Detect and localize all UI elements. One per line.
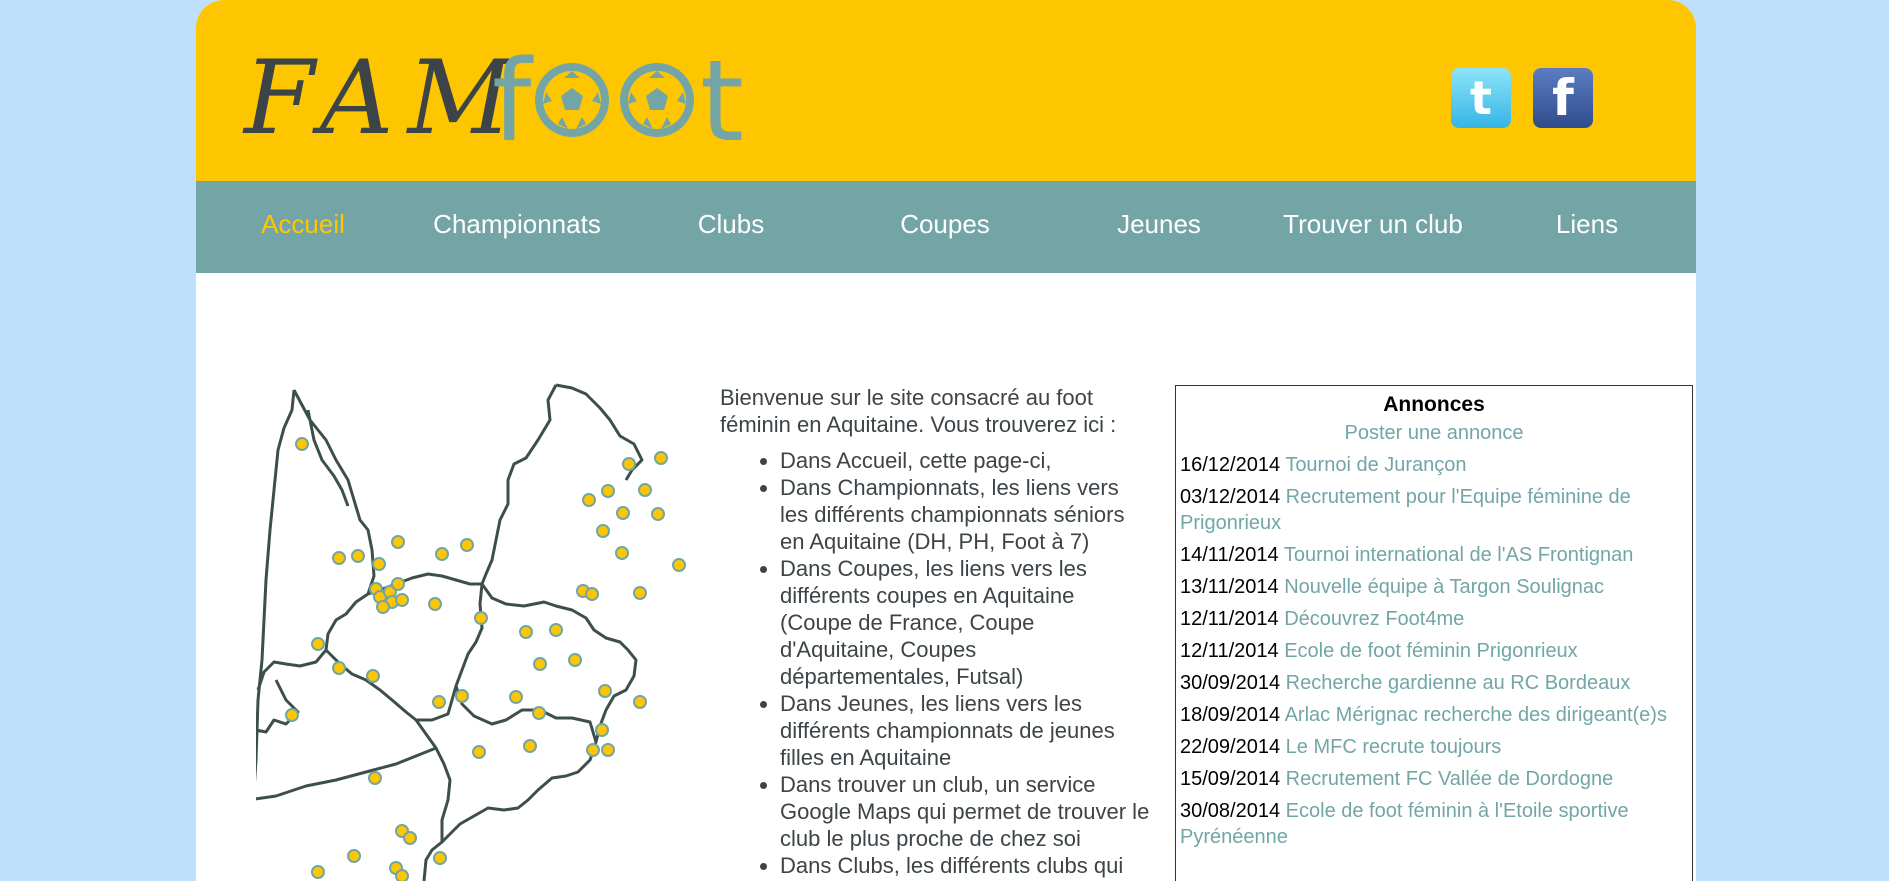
announcement-link[interactable]: Ecole de foot féminin Prigonrieux [1284,640,1578,662]
announcement-item: 13/11/2014 Nouvelle équipe à Targon Soul… [1180,574,1688,600]
logo-letter-t: t [700,44,744,156]
logo-text-fam: FAM [244,39,527,158]
nav-item-championnats[interactable]: Championnats [410,181,624,273]
list-item: Dans trouver un club, un service Google … [780,771,1150,852]
facebook-glyph: f [1552,69,1574,127]
list-item: Dans Coupes, les liens vers les différen… [780,555,1150,690]
announcement-date: 03/12/2014 [1180,486,1281,508]
announcement-date: 12/11/2014 [1180,608,1279,630]
announcement-link[interactable]: Recrutement FC Vallée de Dordogne [1286,768,1614,790]
intro-text: Bienvenue sur le site consacré au foot f… [720,384,1150,879]
announcement-link[interactable]: Arlac Mérignac recherche des dirigeant(e… [1285,704,1667,726]
announcement-item: 18/09/2014 Arlac Mérignac recherche des … [1180,702,1688,728]
announcements-title: Annonces [1383,393,1485,416]
nav-item-accueil[interactable]: Accueil [196,181,410,273]
announcement-item: 16/12/2014 Tournoi de Jurançon [1180,452,1688,478]
nav-item-trouver-un-club[interactable]: Trouver un club [1266,181,1480,273]
site-header: FAM f t t f [196,0,1696,181]
announcement-link[interactable]: Tournoi international de l'AS Frontignan [1284,544,1634,566]
announcement-date: 15/09/2014 [1180,768,1281,790]
page-container: FAM f t t f Accueil Championnats Clubs C… [196,0,1696,881]
football-icon [620,63,694,137]
announcement-link[interactable]: Tournoi de Jurançon [1285,454,1466,476]
aquitaine-clubs-map[interactable] [256,380,721,881]
site-logo[interactable]: FAM f t [244,44,784,156]
list-item: Dans Championnats, les liens vers les di… [780,474,1150,555]
nav-item-liens[interactable]: Liens [1480,181,1694,273]
list-item: Dans Clubs, les différents clubs qui [780,852,1150,879]
announcements-panel: Annonces Poster une annonce 16/12/2014 T… [1175,385,1693,881]
facebook-icon[interactable]: f [1533,68,1593,128]
nav-item-coupes[interactable]: Coupes [838,181,1052,273]
twitter-icon[interactable]: t [1451,68,1511,128]
announcement-item: 15/09/2014 Recrutement FC Vallée de Dord… [1180,766,1688,792]
announcement-date: 14/11/2014 [1180,544,1279,566]
announcement-date: 13/11/2014 [1180,576,1279,598]
announcement-date: 18/09/2014 [1180,704,1281,726]
announcement-item: 30/09/2014 Recherche gardienne au RC Bor… [1180,670,1688,696]
nav-item-clubs[interactable]: Clubs [624,181,838,273]
announcement-link[interactable]: Découvrez Foot4me [1284,608,1464,630]
announcement-link[interactable]: Le MFC recrute toujours [1286,736,1502,758]
post-announcement-link[interactable]: Poster une annonce [1180,420,1688,446]
announcement-item: 03/12/2014 Recrutement pour l'Equipe fém… [1180,484,1688,536]
logo-letter-f: f [492,44,534,156]
map-outline [256,383,644,881]
announcement-item: 14/11/2014 Tournoi international de l'AS… [1180,542,1688,568]
logo-foot-graphic: f t [492,44,744,156]
announcement-date: 22/09/2014 [1180,736,1281,758]
announcement-date: 12/11/2014 [1180,640,1279,662]
announcement-date: 30/08/2014 [1180,800,1281,822]
announcement-item: 22/09/2014 Le MFC recrute toujours [1180,734,1688,760]
intro-paragraph: Bienvenue sur le site consacré au foot f… [720,385,1117,437]
announcement-item: 30/08/2014 Ecole de foot féminin à l'Eto… [1180,798,1688,850]
announcement-link[interactable]: Nouvelle équipe à Targon Soulignac [1284,576,1604,598]
intro-list: Dans Accueil, cette page-ci, Dans Champi… [720,447,1150,879]
football-icon [535,63,609,137]
announcement-date: 30/09/2014 [1180,672,1281,694]
list-item: Dans Accueil, cette page-ci, [780,447,1150,474]
twitter-glyph: t [1470,71,1492,125]
nav-item-jeunes[interactable]: Jeunes [1052,181,1266,273]
list-item: Dans Jeunes, les liens vers les différen… [780,690,1150,771]
announcement-date: 16/12/2014 [1180,454,1281,476]
announcement-item: 12/11/2014 Découvrez Foot4me [1180,606,1688,632]
announcement-item: 12/11/2014 Ecole de foot féminin Prigonr… [1180,638,1688,664]
main-nav: Accueil Championnats Clubs Coupes Jeunes… [196,181,1696,273]
announcement-link[interactable]: Recherche gardienne au RC Bordeaux [1286,672,1631,694]
